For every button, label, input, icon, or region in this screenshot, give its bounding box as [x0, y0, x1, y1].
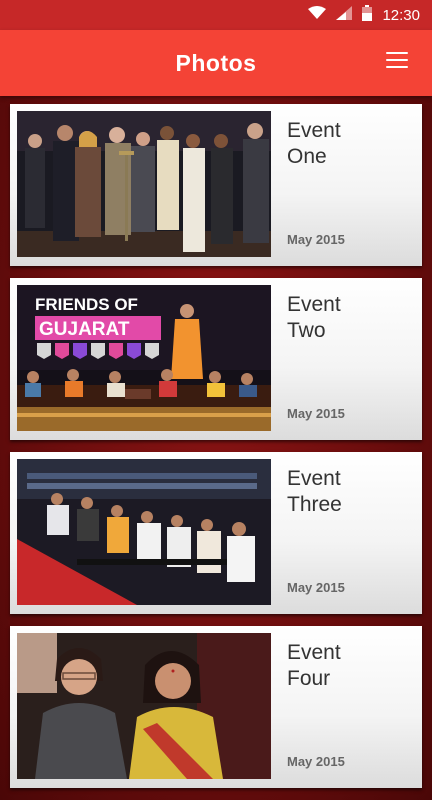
event-date: May 2015 [287, 580, 345, 595]
event-photo [17, 459, 271, 605]
event-banner-text: FRIENDS OF [35, 295, 138, 314]
event-photo [17, 111, 271, 257]
event-card[interactable]: Event One May 2015 [10, 104, 422, 266]
event-title: Event One [287, 119, 341, 168]
cellular-signal-icon [336, 5, 353, 25]
event-card[interactable]: Event Four May 2015 [10, 626, 422, 788]
event-banner-text: GUJARAT [39, 319, 130, 340]
page-title: Photos [175, 50, 257, 76]
event-date: May 2015 [287, 754, 345, 769]
status-bar: 12:30 [0, 0, 432, 30]
event-card[interactable]: FRIENDS OF GUJARAT Event Two May 2015 [10, 278, 422, 440]
wifi-icon [308, 5, 327, 25]
event-title: Event Four [287, 641, 341, 690]
event-photo [17, 633, 271, 779]
menu-icon [386, 52, 408, 54]
battery-icon [362, 4, 373, 26]
status-time: 12:30 [382, 6, 420, 24]
event-title: Event Two [287, 293, 341, 342]
menu-button[interactable] [386, 52, 408, 74]
event-card[interactable]: Event Three May 2015 [10, 452, 422, 614]
event-date: May 2015 [287, 406, 345, 421]
app-bar: Photos [0, 30, 432, 96]
event-photo: FRIENDS OF GUJARAT [17, 285, 271, 431]
event-title: Event Three [287, 467, 342, 516]
event-date: May 2015 [287, 232, 345, 247]
event-list: Event One May 2015 FRIENDS OF GUJARAT Ev… [10, 104, 422, 800]
